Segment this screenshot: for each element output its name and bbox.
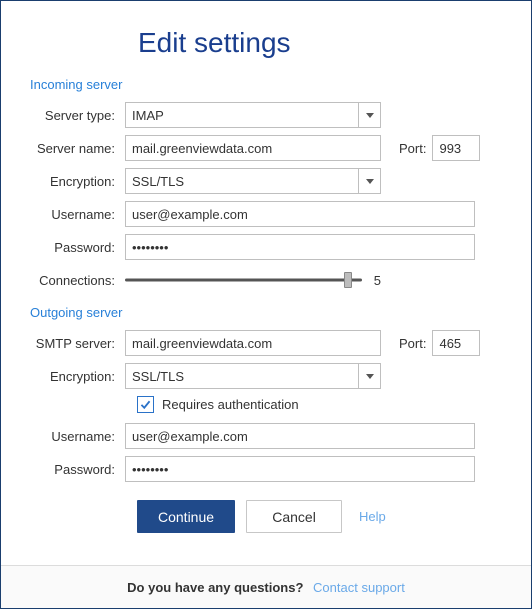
smtp-server-input[interactable] [125,330,381,356]
connections-value: 5 [374,273,381,288]
incoming-username-input[interactable] [125,201,475,227]
outgoing-encryption-select[interactable]: SSL/TLS [125,363,381,389]
requires-auth-label: Requires authentication [162,397,299,412]
settings-form: Edit settings Incoming server Server typ… [1,1,531,565]
help-link[interactable]: Help [359,509,386,524]
incoming-password-label: Password: [30,240,125,255]
outgoing-password-label: Password: [30,462,125,477]
chevron-down-icon [358,364,380,388]
incoming-username-label: Username: [30,207,125,222]
connections-label: Connections: [30,273,125,288]
outgoing-password-input[interactable] [125,456,475,482]
check-icon [139,398,152,411]
server-type-select[interactable]: IMAP [125,102,381,128]
incoming-port-input[interactable] [432,135,480,161]
server-name-label: Server name: [30,141,125,156]
footer: Do you have any questions? Contact suppo… [1,565,531,608]
incoming-encryption-select[interactable]: SSL/TLS [125,168,381,194]
server-type-label: Server type: [30,108,125,123]
cancel-button[interactable]: Cancel [246,500,342,533]
outgoing-encryption-label: Encryption: [30,369,125,384]
page-title: Edit settings [138,27,502,59]
requires-auth-checkbox[interactable] [137,396,154,413]
incoming-password-input[interactable] [125,234,475,260]
chevron-down-icon [358,169,380,193]
slider-thumb[interactable] [344,272,352,288]
chevron-down-icon [358,103,380,127]
outgoing-port-label: Port: [399,336,426,351]
footer-question: Do you have any questions? [127,580,303,595]
server-name-input[interactable] [125,135,381,161]
outgoing-port-input[interactable] [432,330,480,356]
outgoing-username-label: Username: [30,429,125,444]
contact-support-link[interactable]: Contact support [313,580,405,595]
slider-track [125,279,362,282]
outgoing-section-title: Outgoing server [30,305,502,320]
incoming-encryption-label: Encryption: [30,174,125,189]
smtp-server-label: SMTP server: [30,336,125,351]
incoming-encryption-value: SSL/TLS [126,174,358,189]
server-type-value: IMAP [126,108,358,123]
connections-slider[interactable] [125,273,362,287]
continue-button[interactable]: Continue [137,500,235,533]
incoming-section-title: Incoming server [30,77,502,92]
outgoing-username-input[interactable] [125,423,475,449]
outgoing-encryption-value: SSL/TLS [126,369,358,384]
incoming-port-label: Port: [399,141,426,156]
